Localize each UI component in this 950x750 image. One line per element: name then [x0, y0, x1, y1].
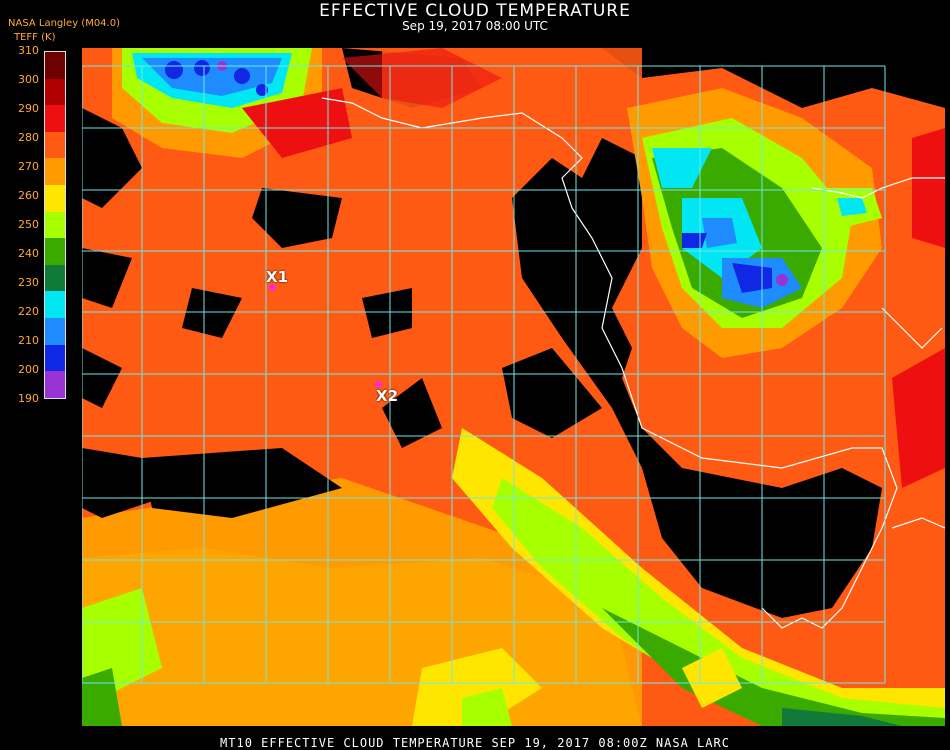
legend-tick-label: 280 [18, 131, 39, 144]
legend-swatch [45, 78, 65, 106]
org-label: NASA Langley (M04.0) [8, 18, 120, 29]
marker-x2-label: X2 [376, 387, 399, 405]
legend-swatch [45, 158, 65, 186]
legend-tick-label: 300 [18, 73, 39, 86]
units-label: TEFF (K) [14, 32, 56, 43]
footer-caption: MT10 EFFECTIVE CLOUD TEMPERATURE SEP 19,… [220, 736, 730, 750]
legend-tick-label: 190 [18, 392, 39, 405]
legend-swatch [45, 318, 65, 345]
satellite-map [82, 48, 945, 726]
color-legend [44, 51, 66, 399]
legend-tick-label: 240 [18, 247, 39, 260]
legend-swatch [45, 371, 65, 398]
legend-swatch [45, 52, 65, 79]
legend-tick-label: 260 [18, 189, 39, 202]
page-title: EFFECTIVE CLOUD TEMPERATURE [319, 1, 631, 21]
legend-tick-label: 200 [18, 363, 39, 376]
legend-tick-label: 290 [18, 102, 39, 115]
legend-tick-label: 310 [18, 44, 39, 57]
legend-tick-label: 250 [18, 218, 39, 231]
legend-swatch [45, 185, 65, 212]
legend-tick-label: 270 [18, 160, 39, 173]
legend-tick-label: 210 [18, 334, 39, 347]
legend-swatch [45, 211, 65, 239]
page-subtitle: Sep 19, 2017 08:00 UTC [402, 19, 548, 33]
legend-tick-label: 220 [18, 305, 39, 318]
legend-swatch [45, 105, 65, 132]
legend-swatch [45, 131, 65, 159]
marker-x1-label: X1 [266, 268, 289, 286]
legend-swatch [45, 344, 65, 372]
legend-tick-label: 230 [18, 276, 39, 289]
legend-swatch [45, 264, 65, 292]
legend-swatch [45, 291, 65, 319]
legend-swatch [45, 238, 65, 265]
